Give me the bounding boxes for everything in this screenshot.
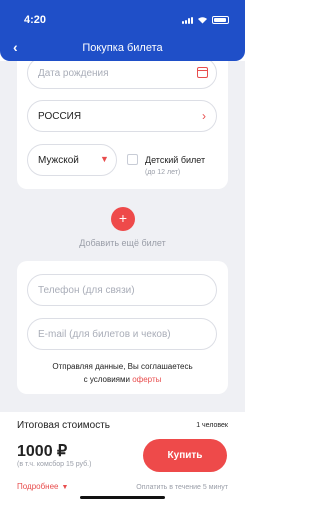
buy-button[interactable]: Купить [143,439,227,472]
passenger-count: 1 человек [196,422,228,429]
page-title: Покупка билета [82,42,163,54]
email-placeholder: E-mail (для билетов и чеков) [38,329,171,340]
home-indicator [80,496,165,499]
calendar-icon[interactable] [197,67,208,78]
status-time: 4:20 [24,14,47,26]
fee-note: (в т.ч. комсбор 15 руб.) [17,461,92,468]
phone-placeholder: Телефон (для связи) [38,285,135,296]
birth-date-placeholder: Дата рождения [38,68,109,79]
consent-prefix: с условиями [83,375,133,384]
citizenship-select[interactable]: РОССИЯ › [27,100,217,132]
consent-text-line2: с условиями оферты [0,375,245,384]
email-field[interactable]: E-mail (для билетов и чеков) [27,318,217,350]
gender-value: Мужской [38,155,79,166]
child-ticket-label: Детский билет [145,155,206,165]
citizenship-value: РОССИЯ [38,111,82,122]
payment-deadline-note: Оплатить в течение 5 минут [136,484,228,491]
offer-link[interactable]: оферты [132,375,161,384]
system-icons [182,16,229,24]
total-price: 1000 ₽ [17,443,68,460]
chevron-down-icon: ▼ [61,484,69,491]
child-ticket-checkbox[interactable] [127,154,138,165]
add-ticket-button[interactable]: + [111,207,135,231]
chevron-right-icon: › [202,109,206,123]
status-bar: 4:20 [0,0,245,34]
plus-icon: + [118,210,128,226]
consent-text: Отправляя данные, Вы соглашаетесь [52,362,193,371]
child-ticket-note: (до 12 лет) [145,169,181,176]
total-label: Итоговая стоимость [17,420,111,431]
wifi-icon [198,17,207,24]
birth-date-field[interactable]: Дата рождения [27,57,217,89]
chevron-down-icon: ▼ [100,154,109,164]
phone-field[interactable]: Телефон (для связи) [27,274,217,306]
details-label: Подробнее [17,482,59,491]
add-ticket-label[interactable]: Добавить ещё билет [0,238,245,248]
battery-icon [212,16,229,24]
gender-select[interactable]: Мужской ▼ [27,144,117,176]
signal-icon [182,16,193,24]
app-header: 4:20 ‹ Покупка билета [0,0,245,61]
details-link[interactable]: Подробнее ▼ [17,482,68,491]
